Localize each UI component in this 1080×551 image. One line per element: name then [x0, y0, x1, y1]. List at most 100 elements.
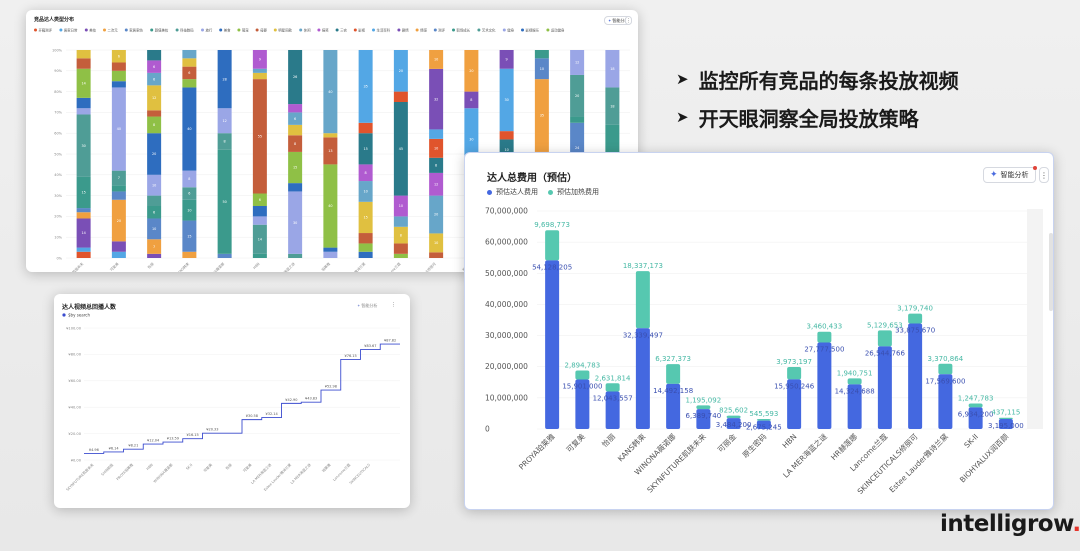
segment-label: 18 [610, 67, 614, 71]
x-tick-label: Lancome兰蔻 [382, 261, 402, 272]
y-tick-label: 40,000,000 [485, 300, 528, 309]
stacked-segment [252, 68, 267, 73]
scroll-handle[interactable] [1049, 233, 1053, 311]
heating-cost-label: 9,698,773 [534, 221, 570, 229]
heating-cost-label: 3,973,197 [776, 358, 812, 366]
segment-label: 30 [81, 144, 85, 148]
bar-heating-cost [605, 383, 620, 392]
segment-label: 10 [363, 190, 367, 194]
y-tick-label: 20% [54, 215, 62, 219]
bar-heating-cost [575, 370, 590, 380]
segment-label: 8 [435, 164, 437, 168]
legend-label: 家居家纺 [129, 27, 143, 32]
stacked-segment [288, 124, 303, 136]
legend-swatch [62, 313, 66, 317]
heating-cost-label: 6,327,373 [655, 355, 691, 363]
heating-cost-label: 3,370,864 [928, 355, 964, 363]
legend-swatch [34, 28, 37, 32]
legend-label: 科技数码 [180, 27, 194, 32]
stacked-segment [393, 253, 408, 258]
y-tick-label: 70,000,000 [485, 207, 528, 216]
segment-label: 30 [293, 221, 297, 225]
creator-cost-card: 达人总费用（预估） ✦ 智能分析 ⋮ 预估达人费用 预估加热费用 0 10,000,… [464, 152, 1054, 510]
stacked-segment [252, 206, 267, 217]
bar-heating-cost [998, 417, 1013, 420]
stacked-segment [147, 50, 162, 61]
legend-swatch [521, 28, 524, 32]
segment-label: 20 [399, 69, 403, 73]
segment-label: 6 [259, 198, 261, 202]
segment-label: 40 [328, 90, 332, 94]
y-tick-label: ¥60.00 [68, 379, 81, 383]
creator-cost-label: 14,492,158 [653, 387, 693, 395]
total-replay-card: 达人视频总回播人数 ✦ 智能分析 ⋮ $by search ¥0.00 ¥20.00 ¥… [54, 294, 410, 508]
legend-label: 生活百科 [377, 27, 391, 32]
stacked-segment [358, 233, 373, 244]
x-tick-label: BIOHYALUX润百颜 [957, 431, 1010, 484]
legend-swatch [372, 28, 375, 32]
stacked-segment [111, 62, 126, 71]
feature-bullets: ➤ 监控所有竞品的每条投放视频 ➤ 开天眼洞察全局投放策略 [676, 60, 959, 136]
x-tick-label: 怡丽 [224, 462, 233, 471]
legend-label: 美妆 [89, 27, 96, 32]
creator-cost-label: 17,569,600 [925, 377, 965, 385]
data-label: ¥76.15 [345, 354, 357, 358]
x-tick-label: 可丽金 [715, 431, 738, 454]
segment-label: 8 [153, 123, 155, 127]
segment-label: 10 [152, 183, 156, 187]
legend-label: 旅行 [206, 27, 213, 32]
stacked-segment [111, 81, 126, 88]
creator-cost-label: 33,875,670 [895, 327, 935, 335]
brand-logo: intelligrow.ai [940, 511, 1080, 537]
x-tick-label: SKYNFUTURE肌肤未来 [645, 431, 709, 495]
bar-heating-cost [726, 415, 741, 419]
x-tick-label: KANS韩束 [175, 261, 191, 272]
legend-label: 三农 [340, 27, 347, 32]
heating-cost-label: 3,460,433 [807, 323, 843, 331]
y-tick-label: ¥100.00 [66, 326, 82, 330]
stacked-segment [76, 212, 91, 219]
x-tick-label: HBN [252, 262, 261, 271]
segment-label: 20 [575, 94, 579, 98]
segment-label: 14 [258, 237, 262, 241]
stacked-segment [147, 110, 162, 117]
y-tick-label: 80% [54, 90, 62, 94]
segment-label: 8 [400, 233, 402, 237]
data-label: ¥8.21 [128, 444, 138, 448]
bar-heating-cost [545, 230, 560, 261]
x-tick-label: LA MER海蓝之谜 [273, 261, 296, 272]
legend-swatch [502, 28, 506, 32]
stacked-segment [323, 247, 338, 252]
x-tick-label: SHIN前肤 [100, 462, 115, 477]
x-tick-label: 可复美 [242, 462, 253, 473]
stacked-segment [182, 79, 197, 88]
segment-label: 8 [470, 98, 472, 102]
stacked-segment [323, 133, 338, 138]
y-tick-label: 90% [54, 69, 62, 73]
y-tick-label: 10% [54, 236, 62, 240]
stacked-segment [76, 208, 91, 213]
legend-label: 运动健身 [551, 27, 565, 32]
segment-label: 15 [187, 234, 191, 238]
legend-label: $by search [68, 312, 90, 317]
y-tick-label: 30% [54, 194, 62, 198]
creator-cost-label: 15,950,246 [774, 382, 815, 390]
x-tick-label: LA MER海蓝之谜 [289, 462, 312, 485]
creator-cost-label: 6,389,740 [686, 412, 722, 420]
y-tick-label: 70% [54, 111, 62, 115]
bullet-item: ➤ 开天眼洞察全局投放策略 [676, 106, 919, 131]
legend-label: 母婴 [260, 27, 267, 32]
stacked-segment [111, 241, 126, 252]
creator-cost-label: 3,195,000 [988, 422, 1024, 430]
segment-label: 35 [363, 85, 367, 89]
stacked-segment [76, 251, 91, 258]
segment-label: 12 [575, 61, 579, 65]
segment-label: 45 [399, 147, 403, 151]
bar-creator-cost [635, 328, 650, 429]
bar-heating-cost [847, 378, 862, 385]
y-tick-label: ¥80.00 [68, 353, 81, 357]
segment-label: 26 [293, 75, 297, 79]
bar-heating-cost [696, 405, 711, 410]
stacked-segment [499, 131, 514, 140]
segment-label: 6 [294, 117, 296, 121]
